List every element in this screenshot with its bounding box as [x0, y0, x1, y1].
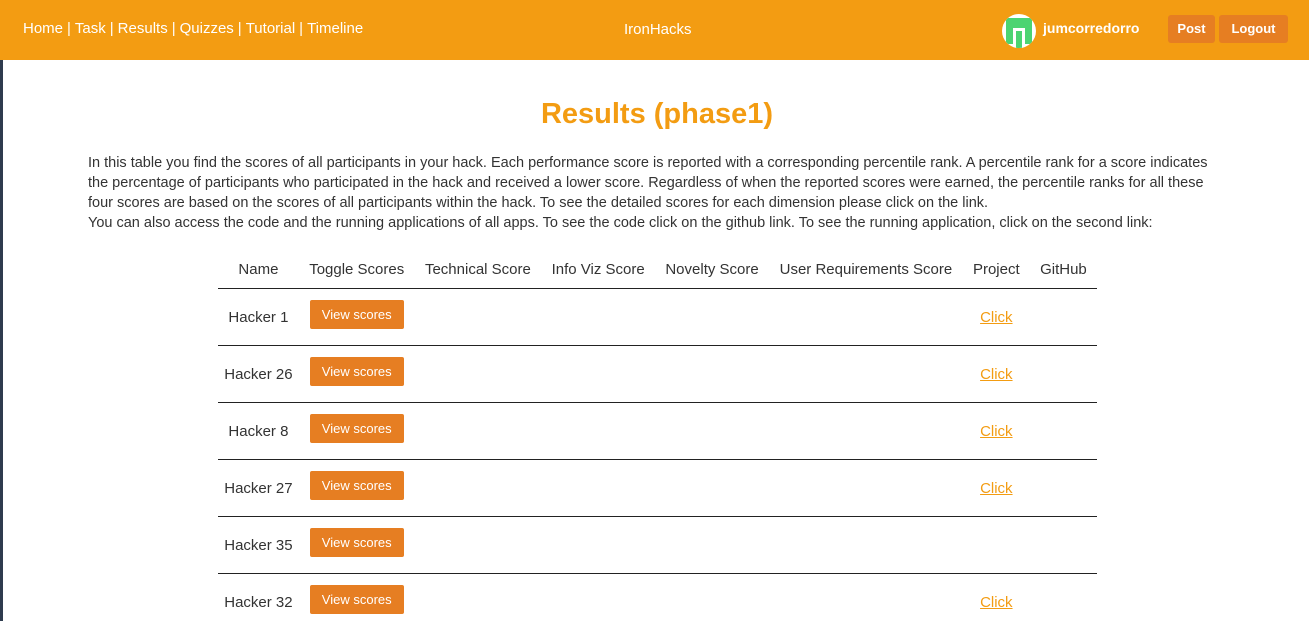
nav-link-quizzes[interactable]: Quizzes [180, 20, 234, 37]
nav-separator: | [238, 20, 242, 37]
project-cell: Click [963, 574, 1030, 630]
nav-link-tutorial[interactable]: Tutorial [246, 20, 295, 37]
nav-links: Home|Task|Results|Quizzes|Tutorial|Timel… [23, 20, 363, 37]
username-label[interactable]: jumcorredorro [1043, 20, 1139, 36]
table-row: Hacker 27 View scores Click [218, 460, 1097, 517]
table-row: Hacker 1 View scores Click [218, 289, 1097, 346]
user-requirements-score-cell [769, 460, 963, 517]
project-link[interactable]: Click [980, 480, 1013, 497]
nav-separator: | [67, 20, 71, 37]
intro-text: In this table you find the scores of all… [88, 153, 1218, 233]
project-link[interactable]: Click [980, 309, 1013, 326]
project-cell: Click [963, 403, 1030, 460]
toggle-cell: View scores [299, 346, 415, 403]
technical-score-cell [415, 289, 542, 346]
header-info-viz-score: Info Viz Score [541, 250, 655, 289]
view-scores-button[interactable]: View scores [310, 528, 404, 557]
nav-separator: | [172, 20, 176, 37]
info-viz-score-cell [541, 403, 655, 460]
intro-paragraph-scores: In this table you find the scores of all… [88, 153, 1218, 213]
header-github: GitHub [1030, 250, 1097, 289]
view-scores-button[interactable]: View scores [310, 357, 404, 386]
info-viz-score-cell [541, 346, 655, 403]
project-cell: Click [963, 460, 1030, 517]
github-cell [1030, 403, 1097, 460]
user-requirements-score-cell [769, 289, 963, 346]
toggle-cell: View scores [299, 403, 415, 460]
info-viz-score-cell [541, 460, 655, 517]
novelty-score-cell [655, 289, 769, 346]
window-left-edge [0, 60, 3, 621]
hacker-name: Hacker 1 [218, 289, 299, 346]
novelty-score-cell [655, 403, 769, 460]
nav-link-results[interactable]: Results [118, 20, 168, 37]
header-technical-score: Technical Score [415, 250, 542, 289]
technical-score-cell [415, 460, 542, 517]
toggle-cell: View scores [299, 460, 415, 517]
toggle-cell: View scores [299, 517, 415, 574]
table-row: Hacker 32 View scores Click [218, 574, 1097, 630]
technical-score-cell [415, 403, 542, 460]
hacker-name: Hacker 27 [218, 460, 299, 517]
header-toggle-scores: Toggle Scores [299, 250, 415, 289]
view-scores-button[interactable]: View scores [310, 585, 404, 614]
table-header-row: Name Toggle Scores Technical Score Info … [218, 250, 1097, 289]
hacker-name: Hacker 26 [218, 346, 299, 403]
project-cell: Click [963, 289, 1030, 346]
view-scores-button[interactable]: View scores [310, 414, 404, 443]
header-project: Project [963, 250, 1030, 289]
github-cell [1030, 346, 1097, 403]
technical-score-cell [415, 346, 542, 403]
results-table: Name Toggle Scores Technical Score Info … [218, 250, 1097, 630]
toggle-cell: View scores [299, 574, 415, 630]
user-identicon-icon[interactable] [1002, 14, 1036, 48]
nav-separator: | [110, 20, 114, 37]
project-cell: Click [963, 346, 1030, 403]
table-row: Hacker 26 View scores Click [218, 346, 1097, 403]
github-cell [1030, 289, 1097, 346]
novelty-score-cell [655, 517, 769, 574]
page-title: Results (phase1) [0, 98, 1309, 131]
project-cell [963, 517, 1030, 574]
nav-separator: | [299, 20, 303, 37]
project-link[interactable]: Click [980, 366, 1013, 383]
post-button[interactable]: Post [1168, 15, 1215, 43]
intro-paragraph-code: You can also access the code and the run… [88, 213, 1218, 233]
project-link[interactable]: Click [980, 594, 1013, 611]
user-requirements-score-cell [769, 574, 963, 630]
novelty-score-cell [655, 574, 769, 630]
info-viz-score-cell [541, 289, 655, 346]
technical-score-cell [415, 574, 542, 630]
nav-link-task[interactable]: Task [75, 20, 106, 37]
user-requirements-score-cell [769, 346, 963, 403]
toggle-cell: View scores [299, 289, 415, 346]
top-navbar: Home|Task|Results|Quizzes|Tutorial|Timel… [0, 0, 1309, 60]
view-scores-button[interactable]: View scores [310, 471, 404, 500]
hacker-name: Hacker 32 [218, 574, 299, 630]
hacker-name: Hacker 35 [218, 517, 299, 574]
novelty-score-cell [655, 460, 769, 517]
github-cell [1030, 460, 1097, 517]
project-link[interactable]: Click [980, 423, 1013, 440]
nav-link-home[interactable]: Home [23, 20, 63, 37]
novelty-score-cell [655, 346, 769, 403]
user-requirements-score-cell [769, 517, 963, 574]
header-novelty-score: Novelty Score [655, 250, 769, 289]
header-user-requirements-score: User Requirements Score [769, 250, 963, 289]
technical-score-cell [415, 517, 542, 574]
brand-title: IronHacks [624, 21, 692, 38]
info-viz-score-cell [541, 517, 655, 574]
view-scores-button[interactable]: View scores [310, 300, 404, 329]
header-name: Name [218, 250, 299, 289]
table-row: Hacker 8 View scores Click [218, 403, 1097, 460]
hacker-name: Hacker 8 [218, 403, 299, 460]
info-viz-score-cell [541, 574, 655, 630]
nav-link-timeline[interactable]: Timeline [307, 20, 363, 37]
user-requirements-score-cell [769, 403, 963, 460]
github-cell [1030, 574, 1097, 630]
logout-button[interactable]: Logout [1219, 15, 1288, 43]
github-cell [1030, 517, 1097, 574]
table-row: Hacker 35 View scores [218, 517, 1097, 574]
